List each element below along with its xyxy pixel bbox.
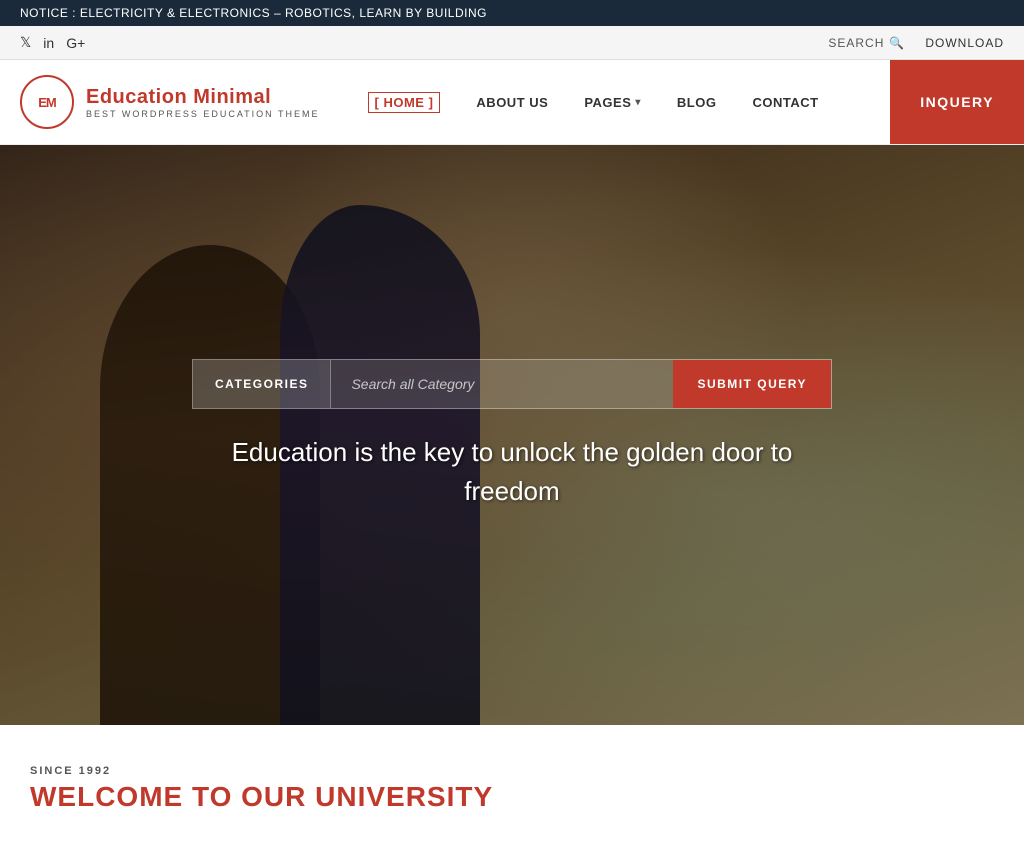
notice-text: NOTICE : ELECTRICITY & ELECTRONICS – ROB… [20,6,487,20]
main-nav: [ HOME ] ABOUT US PAGES ▾ BLOG CONTACT [340,60,891,144]
nav-blog[interactable]: BLOG [659,60,735,144]
logo-text-area: Education Minimal BEST WORDPRESS EDUCATI… [86,86,320,119]
hero-search-bar: CATEGORIES SUBMIT QUERY [192,359,832,409]
download-link[interactable]: DOWNLOAD [925,36,1004,50]
top-right-area: SEARCH 🔍 DOWNLOAD [828,36,1004,50]
twitter-icon[interactable]: 𝕏 [20,34,31,51]
pages-chevron-icon: ▾ [635,97,641,108]
since-label: SINCE 1992 [30,765,994,777]
top-bar: 𝕏 in G+ SEARCH 🔍 DOWNLOAD [0,26,1024,60]
logo-title: Education Minimal [86,86,320,109]
logo-badge-text: EM [38,95,56,110]
nav-home[interactable]: [ HOME ] [350,60,459,144]
hero-content: CATEGORIES SUBMIT QUERY Education is the… [0,145,1024,725]
hero-quote: Education is the key to unlock the golde… [222,433,802,511]
submit-query-button[interactable]: SUBMIT QUERY [673,360,831,408]
nav-contact[interactable]: CONTACT [734,60,836,144]
below-hero-section: SINCE 1992 WELCOME TO OUR UNIVERSITY [0,725,1024,833]
search-input[interactable] [331,360,673,408]
inquiry-button[interactable]: INQUERY [890,60,1024,144]
nav-about[interactable]: ABOUT US [458,60,566,144]
hero-section: CATEGORIES SUBMIT QUERY Education is the… [0,145,1024,725]
logo-subtitle: BEST WORDPRESS EDUCATION THEME [86,109,320,119]
logo-area: EM Education Minimal BEST WORDPRESS EDUC… [0,60,340,144]
search-icon: 🔍 [889,36,905,50]
welcome-heading: WELCOME TO OUR UNIVERSITY [30,781,994,813]
linkedin-icon[interactable]: in [43,35,54,51]
googleplus-icon[interactable]: G+ [66,35,85,51]
logo-badge: EM [20,75,74,129]
nav-pages[interactable]: PAGES ▾ [566,60,659,144]
social-icons: 𝕏 in G+ [20,34,85,51]
search-label: SEARCH [828,36,884,50]
header: EM Education Minimal BEST WORDPRESS EDUC… [0,60,1024,145]
search-area[interactable]: SEARCH 🔍 [828,36,905,50]
categories-dropdown[interactable]: CATEGORIES [193,360,331,408]
notice-bar: NOTICE : ELECTRICITY & ELECTRONICS – ROB… [0,0,1024,26]
